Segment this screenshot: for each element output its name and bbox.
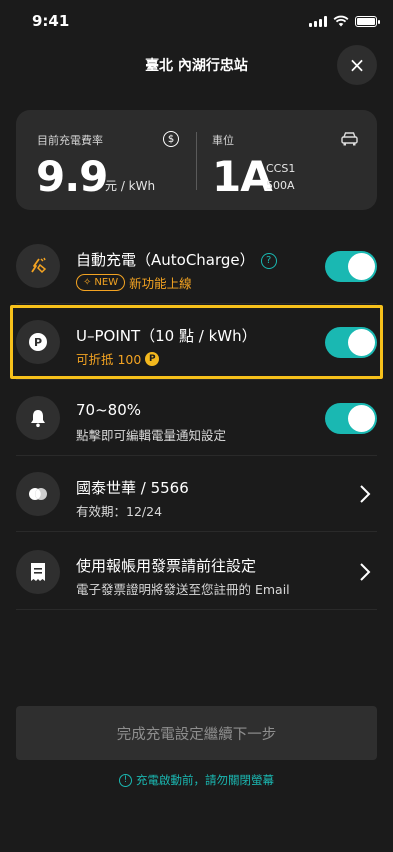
invoice-title: 使用報帳用發票請前往設定 bbox=[76, 557, 257, 575]
rate-unit: 元 / kWh bbox=[105, 179, 156, 193]
charge-notify-title: 70~80% bbox=[76, 401, 141, 419]
autocharge-subtitle: ✧ NEW 新功能上線 bbox=[76, 273, 192, 292]
autocharge-toggle[interactable] bbox=[325, 251, 377, 282]
autocharge-subtitle-text: 新功能上線 bbox=[129, 276, 192, 291]
card-icon bbox=[16, 472, 60, 516]
invoice-subtitle: 電子發票證明將發送至您註冊的 Email bbox=[76, 582, 290, 597]
autocharge-title-text: 自動充電（AutoCharge） bbox=[76, 251, 255, 269]
spot-value: 1A bbox=[212, 152, 273, 201]
autocharge-row[interactable]: 自動充電（AutoCharge）? ✧ NEW 新功能上線 bbox=[16, 228, 377, 304]
battery-icon bbox=[355, 15, 380, 27]
next-step-button[interactable]: 完成充電設定繼續下一步 bbox=[16, 706, 377, 760]
connector-type: CCS1 bbox=[266, 162, 296, 175]
invoice-row[interactable]: 使用報帳用發票請前往設定 電子發票證明將發送至您註冊的 Email bbox=[16, 534, 377, 610]
charge-notify-toggle[interactable] bbox=[325, 403, 377, 434]
status-icons bbox=[309, 15, 380, 27]
close-button[interactable]: × bbox=[337, 45, 377, 85]
status-bar: 9:41 bbox=[0, 0, 393, 44]
autocharge-icon bbox=[16, 244, 60, 288]
spot-connector-info: CCS1 500A bbox=[266, 160, 295, 194]
signal-icon bbox=[309, 15, 327, 27]
car-icon bbox=[341, 132, 358, 146]
station-title: 臺北 內湖行忠站 bbox=[145, 58, 248, 74]
connector-current: 500A bbox=[266, 179, 295, 192]
bell-icon bbox=[16, 396, 60, 440]
payment-card-row[interactable]: 國泰世華 / 5566 有效期：12/24 bbox=[16, 456, 377, 532]
status-time: 9:41 bbox=[32, 12, 70, 30]
dollar-icon[interactable]: $ bbox=[163, 131, 179, 147]
alert-icon: ! bbox=[119, 773, 132, 787]
payment-card-title: 國泰世華 / 5566 bbox=[76, 479, 189, 497]
payment-card-expiry: 有效期：12/24 bbox=[76, 504, 163, 519]
help-icon[interactable]: ? bbox=[260, 252, 277, 269]
upoint-highlight-frame bbox=[10, 305, 383, 379]
rate-card: 目前充電費率 $ 9.9 元 / kWh 車位 1A CCS1 500A bbox=[16, 110, 377, 210]
chevron-right-icon bbox=[360, 563, 371, 581]
rate-value: 9.9 bbox=[36, 152, 108, 201]
wifi-icon bbox=[333, 15, 349, 27]
charge-notify-subtitle: 點擊即可編輯電量通知設定 bbox=[76, 428, 227, 443]
new-badge: ✧ NEW bbox=[76, 274, 126, 291]
new-badge-text: NEW bbox=[94, 277, 119, 288]
close-icon: × bbox=[348, 53, 366, 77]
chevron-right-icon bbox=[360, 485, 371, 503]
screen-warning: ! 充電啟動前，請勿關閉螢幕 bbox=[0, 772, 393, 788]
card-divider bbox=[196, 132, 197, 190]
rate-label: 目前充電費率 bbox=[37, 134, 103, 147]
spot-label: 車位 bbox=[212, 134, 234, 147]
receipt-icon bbox=[16, 550, 60, 594]
charge-notify-row[interactable]: 70~80% 點擊即可編輯電量通知設定 bbox=[16, 380, 377, 456]
autocharge-title: 自動充電（AutoCharge）? bbox=[76, 249, 277, 270]
sparkle-icon: ✧ bbox=[83, 277, 92, 288]
screen-warning-text: 充電啟動前，請勿關閉螢幕 bbox=[136, 773, 274, 787]
